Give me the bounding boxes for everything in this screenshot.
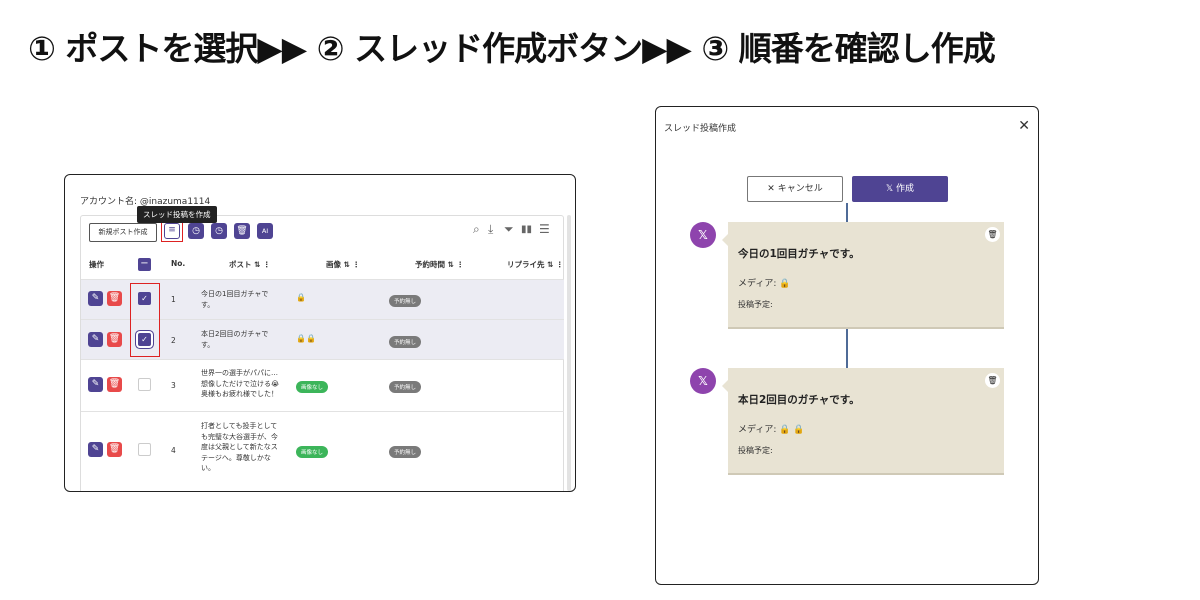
- schedule-status: 予約無し: [389, 336, 422, 348]
- schedule-alt-button[interactable]: ◷: [211, 223, 227, 239]
- clock-icon: ◷: [192, 226, 200, 236]
- edit-button[interactable]: ✎: [88, 442, 103, 457]
- download-icon[interactable]: ⤓: [488, 222, 493, 237]
- pencil-icon: ✎: [91, 293, 100, 303]
- edit-button[interactable]: ✎: [88, 291, 103, 306]
- schedule-status: 予約無し: [389, 446, 422, 458]
- card-media: メディア: 🔒: [738, 279, 791, 289]
- select-all-checkbox[interactable]: −: [138, 258, 151, 271]
- card-schedule: 投稿予定:: [738, 446, 773, 455]
- delete-button[interactable]: 🗑: [107, 377, 122, 392]
- card-notch: [722, 380, 728, 392]
- thread-create-modal: スレッド投稿作成 ✕ ✕ キャンセル 𝕏 作成 𝕏 今日の1回目ガチャです。 メ…: [655, 106, 1039, 585]
- x-logo-icon: 𝕏: [690, 222, 716, 248]
- ai-button[interactable]: AI: [257, 223, 273, 239]
- columns-icon[interactable]: ▮▮: [521, 224, 532, 235]
- schedule-status: 予約無し: [389, 295, 422, 307]
- create-label: 作成: [896, 184, 915, 194]
- cancel-label: キャンセル: [777, 184, 823, 194]
- close-icon: ✕: [767, 184, 778, 194]
- highlight-thread-button: [161, 220, 183, 242]
- close-icon[interactable]: ✕: [1018, 118, 1030, 134]
- trash-icon: 🗑: [108, 379, 121, 389]
- header-image[interactable]: 画像 ⇅ ⋮: [326, 259, 360, 270]
- pencil-icon: ✎: [91, 334, 100, 344]
- trash-icon: 🗑: [108, 444, 121, 454]
- post-text: 今日の1回目ガチャです。: [201, 290, 269, 309]
- header-no: No.: [171, 259, 186, 268]
- page: ① ポストを選択▶▶ ② スレッド作成ボタン▶▶ ③ 順番を確認し作成 アカウン…: [0, 0, 1200, 600]
- highlight-checkboxes: [130, 283, 160, 357]
- header-post[interactable]: ポスト ⇅ ⋮: [229, 259, 271, 270]
- thread-card: 今日の1回目ガチャです。 メディア: 🔒 投稿予定: 🗑: [722, 222, 1004, 329]
- cancel-button[interactable]: ✕ キャンセル: [747, 176, 843, 202]
- card-title: 今日の1回目ガチャです。: [738, 248, 860, 260]
- row-number: 4: [171, 446, 176, 455]
- delete-bulk-button[interactable]: 🗑: [234, 223, 250, 239]
- header-action: 操作: [89, 260, 104, 269]
- post-text: 打者としても投手としても完璧な大谷選手が、今度は父親として新たなステージへ。尊敬…: [201, 422, 278, 472]
- pencil-icon: ✎: [91, 379, 100, 389]
- trash-icon: 🗑: [108, 293, 121, 303]
- trash-icon: 🗑: [236, 226, 248, 236]
- card-title: 本日2回目のガチャです。: [738, 394, 860, 406]
- image-status: 画像なし: [296, 381, 329, 393]
- delete-button[interactable]: 🗑: [107, 332, 122, 347]
- instruction-headline: ① ポストを選択▶▶ ② スレッド作成ボタン▶▶ ③ 順番を確認し作成: [28, 29, 996, 68]
- header-schedule[interactable]: 予約時間 ⇅ ⋮: [415, 259, 464, 270]
- card-media: メディア: 🔒 🔒: [738, 425, 805, 435]
- row-number: 2: [171, 336, 176, 345]
- new-post-button[interactable]: 新規ポスト作成: [89, 223, 157, 242]
- delete-button[interactable]: 🗑: [107, 291, 122, 306]
- image-status: 画像なし: [296, 446, 329, 458]
- trash-icon[interactable]: 🗑: [985, 227, 1000, 242]
- post-text: 世界一の選手がパパに…想像しただけで泣ける😭 奥様もお疲れ様でした！: [201, 369, 280, 398]
- edit-button[interactable]: ✎: [88, 377, 103, 392]
- thread-card: 本日2回目のガチャです。 メディア: 🔒 🔒 投稿予定: 🗑: [722, 368, 1004, 475]
- media-thumbnail[interactable]: 🔒🔒: [296, 334, 316, 343]
- schedule-button[interactable]: ◷: [188, 223, 204, 239]
- clock-check-icon: ◷: [215, 226, 223, 236]
- delete-button[interactable]: 🗑: [107, 442, 122, 457]
- row-number: 1: [171, 295, 176, 304]
- card-schedule: 投稿予定:: [738, 300, 773, 309]
- trash-icon[interactable]: 🗑: [985, 373, 1000, 388]
- trash-icon: 🗑: [108, 334, 121, 344]
- row-checkbox[interactable]: [138, 443, 151, 456]
- x-logo-icon: 𝕏: [885, 184, 897, 194]
- create-button[interactable]: 𝕏 作成: [852, 176, 948, 202]
- schedule-status: 予約無し: [389, 381, 422, 393]
- row-number: 3: [171, 381, 176, 390]
- header-reply[interactable]: リプライ先 ⇅ ⋮: [507, 259, 564, 270]
- media-thumbnail[interactable]: 🔒: [296, 293, 306, 302]
- filter-icon[interactable]: ⏷: [504, 222, 514, 237]
- vertical-scrollbar[interactable]: [567, 215, 571, 491]
- pencil-icon: ✎: [91, 444, 100, 454]
- menu-icon[interactable]: ☰: [539, 222, 550, 236]
- search-icon[interactable]: ⌕: [473, 222, 480, 237]
- edit-button[interactable]: ✎: [88, 332, 103, 347]
- x-logo-icon: 𝕏: [690, 368, 716, 394]
- post-list-window: アカウント名: @inazuma1114 新規ポスト作成 ≡ ◷ ◷ 🗑 AI …: [64, 174, 576, 492]
- row-checkbox[interactable]: [138, 378, 151, 391]
- post-text: 本日2回目のガチャです。: [201, 330, 269, 349]
- modal-title: スレッド投稿作成: [664, 124, 737, 134]
- card-notch: [722, 234, 728, 246]
- tooltip: スレッド投稿を作成: [137, 206, 217, 223]
